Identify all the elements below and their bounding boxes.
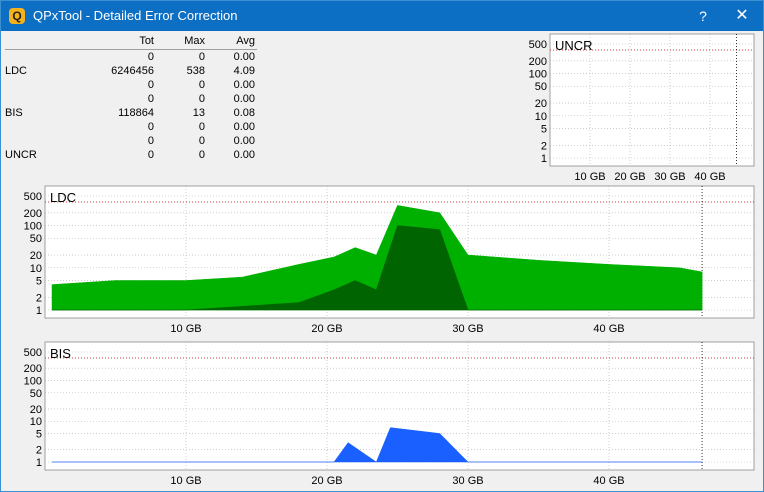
bis-ytick-label: 2 [36, 445, 42, 457]
bis-ytick-label: 10 [30, 416, 42, 428]
bis-ytick-label: 500 [24, 347, 42, 359]
uncr-xtick-label: 20 GB [614, 171, 645, 183]
bis-ytick-label: 20 [30, 404, 42, 416]
ldc-ytick-label: 500 [24, 191, 42, 203]
ldc-ytick-label: 20 [30, 250, 42, 262]
ldc-ytick-label: 2 [36, 292, 42, 304]
bis-xtick-label: 10 GB [170, 475, 201, 487]
bis-ytick-label: 5 [36, 429, 42, 441]
ldc-xtick-label: 10 GB [170, 323, 201, 335]
uncr-ytick-label: 5 [541, 123, 547, 135]
uncr-plot-area [549, 33, 755, 167]
bis-ytick-label: 1 [36, 457, 42, 469]
uncr-xtick-label: 30 GB [654, 171, 685, 183]
close-button[interactable]: ✕ [727, 5, 757, 27]
ldc-xtick-label: 20 GB [311, 323, 342, 335]
ldc-chart-title: LDC [50, 190, 76, 205]
ldc-xtick-label: 40 GB [593, 323, 624, 335]
app-window: Q QPxTool - Detailed Error Correction ? … [0, 0, 764, 492]
ldc-ytick-label: 200 [24, 208, 42, 220]
ldc-ytick-label: 10 [30, 263, 42, 275]
bis-chart-title: BIS [50, 346, 71, 361]
title-bar[interactable]: Q QPxTool - Detailed Error Correction ? … [1, 1, 763, 31]
ldc-ytick-label: 100 [24, 221, 42, 233]
qpxtool-app-icon: Q [9, 8, 25, 24]
help-button[interactable]: ? [689, 5, 717, 27]
ldc-ytick-label: 50 [30, 233, 42, 245]
window-title: QPxTool - Detailed Error Correction [33, 8, 238, 23]
ldc-xtick-label: 30 GB [452, 323, 483, 335]
uncr-chart-title: UNCR [555, 38, 593, 53]
bis-ytick-label: 50 [30, 388, 42, 400]
bis-xtick-label: 20 GB [311, 475, 342, 487]
error-charts: 50020010050201052110 GB 20 GB 30 GB 40 GBUN… [24, 33, 755, 487]
uncr-ytick-label: 2 [541, 140, 547, 152]
main-content: Tot Max Avg 0 0 0.00 LDC 6246456 538 4.0… [1, 31, 763, 491]
ldc-ytick-label: 5 [36, 275, 42, 287]
uncr-ytick-label: 100 [529, 69, 547, 81]
bis-ytick-label: 100 [24, 375, 42, 387]
uncr-ytick-label: 20 [535, 98, 547, 110]
ldc-ytick-label: 1 [36, 305, 42, 317]
uncr-ytick-label: 200 [529, 56, 547, 68]
uncr-xtick-label: 40 GB [694, 171, 725, 183]
uncr-ytick-label: 10 [535, 111, 547, 123]
bis-xtick-label: 40 GB [593, 475, 624, 487]
uncr-ytick-label: 50 [535, 81, 547, 93]
uncr-ytick-label: 500 [529, 39, 547, 51]
bis-xtick-label: 30 GB [452, 475, 483, 487]
bis-ytick-label: 200 [24, 363, 42, 375]
uncr-xtick-label: 10 GB [574, 171, 605, 183]
uncr-ytick-label: 1 [541, 153, 547, 165]
